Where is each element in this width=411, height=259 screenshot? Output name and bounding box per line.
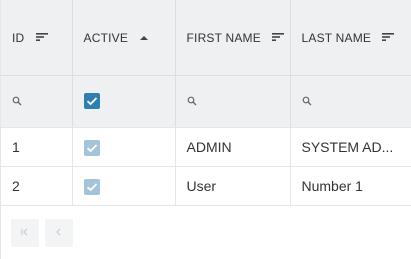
pagination — [11, 219, 73, 247]
filter-cell-last-name[interactable] — [290, 75, 411, 128]
table-row[interactable]: 1 ADMIN SYSTEM AD... — [1, 127, 411, 167]
filter-lines-icon[interactable] — [272, 31, 285, 45]
sort-ascending-icon[interactable] — [139, 31, 149, 45]
filter-lines-icon[interactable] — [382, 31, 395, 45]
cell-id: 2 — [1, 166, 73, 206]
data-grid: ID ACTIVE FIRST NAME LAST NAME 1 ADMIN S… — [0, 0, 411, 259]
column-label: FIRST NAME — [186, 30, 261, 45]
cell-last-name: SYSTEM AD... — [290, 127, 411, 167]
column-header-id[interactable]: ID — [1, 0, 73, 76]
search-icon[interactable] — [12, 93, 22, 110]
active-checkbox — [83, 139, 100, 156]
column-header-last-name[interactable]: LAST NAME — [290, 0, 411, 76]
column-label: ID — [12, 30, 25, 45]
cell-last-name: Number 1 — [290, 166, 411, 206]
filter-row — [1, 75, 411, 128]
active-checkbox — [83, 178, 100, 195]
column-label: LAST NAME — [301, 30, 372, 45]
search-icon[interactable] — [302, 93, 312, 110]
previous-page-button[interactable] — [45, 219, 73, 247]
filter-cell-active[interactable] — [72, 75, 176, 128]
first-page-icon — [20, 224, 30, 242]
cell-id: 1 — [1, 127, 73, 167]
search-icon[interactable] — [187, 93, 197, 110]
cell-first-name: ADMIN — [175, 127, 291, 167]
users-table: ID ACTIVE FIRST NAME LAST NAME 1 ADMIN S… — [1, 0, 411, 206]
column-label: ACTIVE — [83, 30, 129, 45]
table-row[interactable]: 2 User Number 1 — [1, 166, 411, 206]
filter-lines-icon[interactable] — [35, 31, 48, 45]
column-header-first-name[interactable]: FIRST NAME — [175, 0, 291, 76]
cell-active — [72, 166, 176, 206]
filter-cell-id[interactable] — [1, 75, 73, 128]
first-page-button[interactable] — [11, 219, 39, 247]
previous-page-icon — [54, 224, 64, 242]
cell-active — [72, 127, 176, 167]
cell-first-name: User — [175, 166, 291, 206]
filter-cell-first-name[interactable] — [175, 75, 291, 128]
header-row: ID ACTIVE FIRST NAME LAST NAME — [1, 0, 411, 76]
active-filter-checkbox[interactable] — [83, 93, 100, 110]
column-header-active[interactable]: ACTIVE — [72, 0, 176, 76]
